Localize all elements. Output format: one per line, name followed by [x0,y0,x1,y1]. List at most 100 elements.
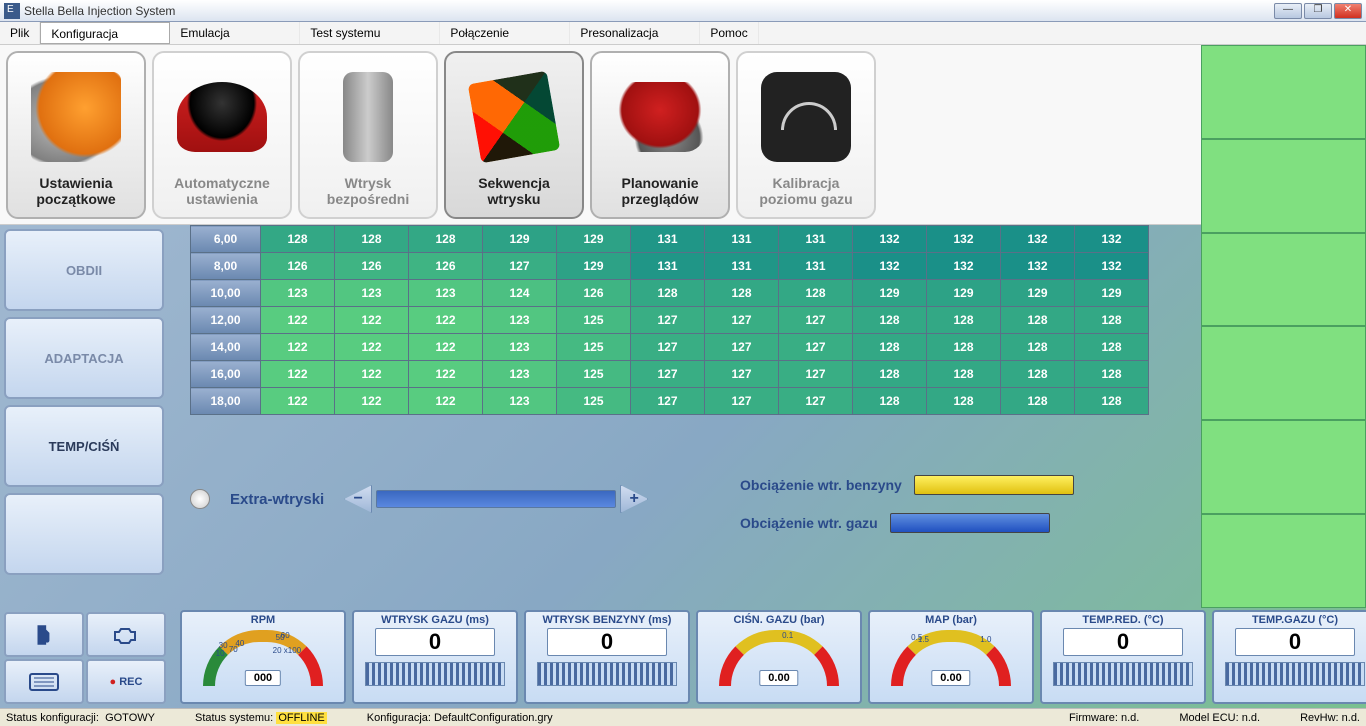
table-cell[interactable]: 128 [409,226,483,253]
table-cell[interactable]: 128 [927,307,1001,334]
table-cell[interactable]: 127 [483,253,557,280]
table-cell[interactable]: 132 [927,226,1001,253]
table-cell[interactable]: 127 [705,307,779,334]
table-row-header[interactable]: 10,00 [191,280,261,307]
table-cell[interactable]: 122 [335,361,409,388]
table-row-header[interactable]: 12,00 [191,307,261,334]
table-cell[interactable]: 128 [705,280,779,307]
injection-table[interactable]: 6,00128128128129129131131131132132132132… [190,225,1149,415]
table-cell[interactable]: 128 [1001,388,1075,415]
table-cell[interactable]: 132 [853,253,927,280]
table-cell[interactable]: 131 [705,253,779,280]
table-cell[interactable]: 127 [779,307,853,334]
table-cell[interactable]: 123 [483,334,557,361]
menu-personalizacja[interactable]: Presonalizacja [570,22,700,44]
menu-polaczenie[interactable]: Połączenie [440,22,570,44]
table-cell[interactable]: 129 [557,253,631,280]
toolbar-sekwencja-wtrysku[interactable]: Sekwencja wtrysku [444,51,584,219]
minimize-button[interactable]: — [1274,3,1302,19]
temp-cisn-button[interactable]: TEMP/CIŚŃ [4,405,164,487]
table-cell[interactable]: 128 [1001,334,1075,361]
table-row-header[interactable]: 18,00 [191,388,261,415]
table-cell[interactable]: 128 [927,388,1001,415]
table-cell[interactable]: 128 [1001,361,1075,388]
ecu-icon-button[interactable] [4,659,84,704]
table-row-header[interactable]: 16,00 [191,361,261,388]
table-cell[interactable]: 131 [705,226,779,253]
slider-minus-button[interactable]: − [344,485,372,513]
table-cell[interactable]: 128 [261,226,335,253]
table-cell[interactable]: 132 [1075,226,1149,253]
slider-plus-button[interactable]: + [620,485,648,513]
extra-wtryski-slider[interactable]: − + [344,485,648,513]
table-cell[interactable]: 122 [409,307,483,334]
table-cell[interactable]: 123 [483,307,557,334]
empty-button[interactable] [4,493,164,575]
table-cell[interactable]: 129 [1075,280,1149,307]
table-cell[interactable]: 128 [335,226,409,253]
close-button[interactable]: ✕ [1334,3,1362,19]
table-cell[interactable]: 131 [631,253,705,280]
table-cell[interactable]: 128 [1001,307,1075,334]
menu-plik[interactable]: Plik [0,22,40,44]
table-cell[interactable]: 128 [853,388,927,415]
table-cell[interactable]: 125 [557,307,631,334]
table-cell[interactable]: 127 [705,361,779,388]
table-cell[interactable]: 122 [409,334,483,361]
table-cell[interactable]: 128 [779,280,853,307]
table-cell[interactable]: 128 [1075,361,1149,388]
toolbar-automatyczne-ustawienia[interactable]: Automatyczne ustawienia [152,51,292,219]
table-cell[interactable]: 123 [483,388,557,415]
table-cell[interactable]: 125 [557,334,631,361]
table-cell[interactable]: 127 [705,388,779,415]
table-cell[interactable]: 123 [409,280,483,307]
table-cell[interactable]: 126 [261,253,335,280]
fuel-icon-button[interactable] [4,612,84,657]
table-cell[interactable]: 128 [853,361,927,388]
table-row-header[interactable]: 8,00 [191,253,261,280]
engine-icon-button[interactable] [86,612,166,657]
table-row-header[interactable]: 14,00 [191,334,261,361]
table-cell[interactable]: 127 [631,388,705,415]
table-cell[interactable]: 131 [779,253,853,280]
table-cell[interactable]: 122 [409,361,483,388]
table-cell[interactable]: 122 [335,334,409,361]
table-cell[interactable]: 127 [631,361,705,388]
table-cell[interactable]: 128 [1075,388,1149,415]
table-cell[interactable]: 128 [631,280,705,307]
table-cell[interactable]: 131 [631,226,705,253]
menu-pomoc[interactable]: Pomoc [700,22,758,44]
table-cell[interactable]: 127 [631,334,705,361]
slider-track[interactable] [376,490,616,508]
menu-emulacja[interactable]: Emulacja [170,22,300,44]
rec-button[interactable]: ●REC [86,659,166,704]
table-cell[interactable]: 127 [705,334,779,361]
table-cell[interactable]: 122 [261,307,335,334]
table-cell[interactable]: 127 [631,307,705,334]
table-cell[interactable]: 126 [335,253,409,280]
table-cell[interactable]: 129 [1001,280,1075,307]
table-cell[interactable]: 128 [1075,307,1149,334]
table-cell[interactable]: 132 [1075,253,1149,280]
table-cell[interactable]: 122 [261,388,335,415]
table-cell[interactable]: 128 [853,307,927,334]
table-cell[interactable]: 132 [853,226,927,253]
obdii-button[interactable]: OBDII [4,229,164,311]
toolbar-wtrysk-bezposredni[interactable]: Wtrysk bezpośredni [298,51,438,219]
table-cell[interactable]: 123 [483,361,557,388]
table-cell[interactable]: 131 [779,226,853,253]
table-cell[interactable]: 122 [409,388,483,415]
menu-konfiguracja[interactable]: Konfiguracja [40,22,170,44]
table-cell[interactable]: 122 [335,388,409,415]
table-cell[interactable]: 127 [779,361,853,388]
table-cell[interactable]: 123 [261,280,335,307]
table-cell[interactable]: 122 [261,334,335,361]
table-cell[interactable]: 122 [261,361,335,388]
table-cell[interactable]: 127 [779,388,853,415]
toolbar-planowanie-przegladow[interactable]: Planowanie przeglądów [590,51,730,219]
table-cell[interactable]: 129 [853,280,927,307]
table-cell[interactable]: 125 [557,361,631,388]
table-cell[interactable]: 129 [557,226,631,253]
table-cell[interactable]: 129 [483,226,557,253]
toolbar-kalibracja-poziomu-gazu[interactable]: Kalibracja poziomu gazu [736,51,876,219]
